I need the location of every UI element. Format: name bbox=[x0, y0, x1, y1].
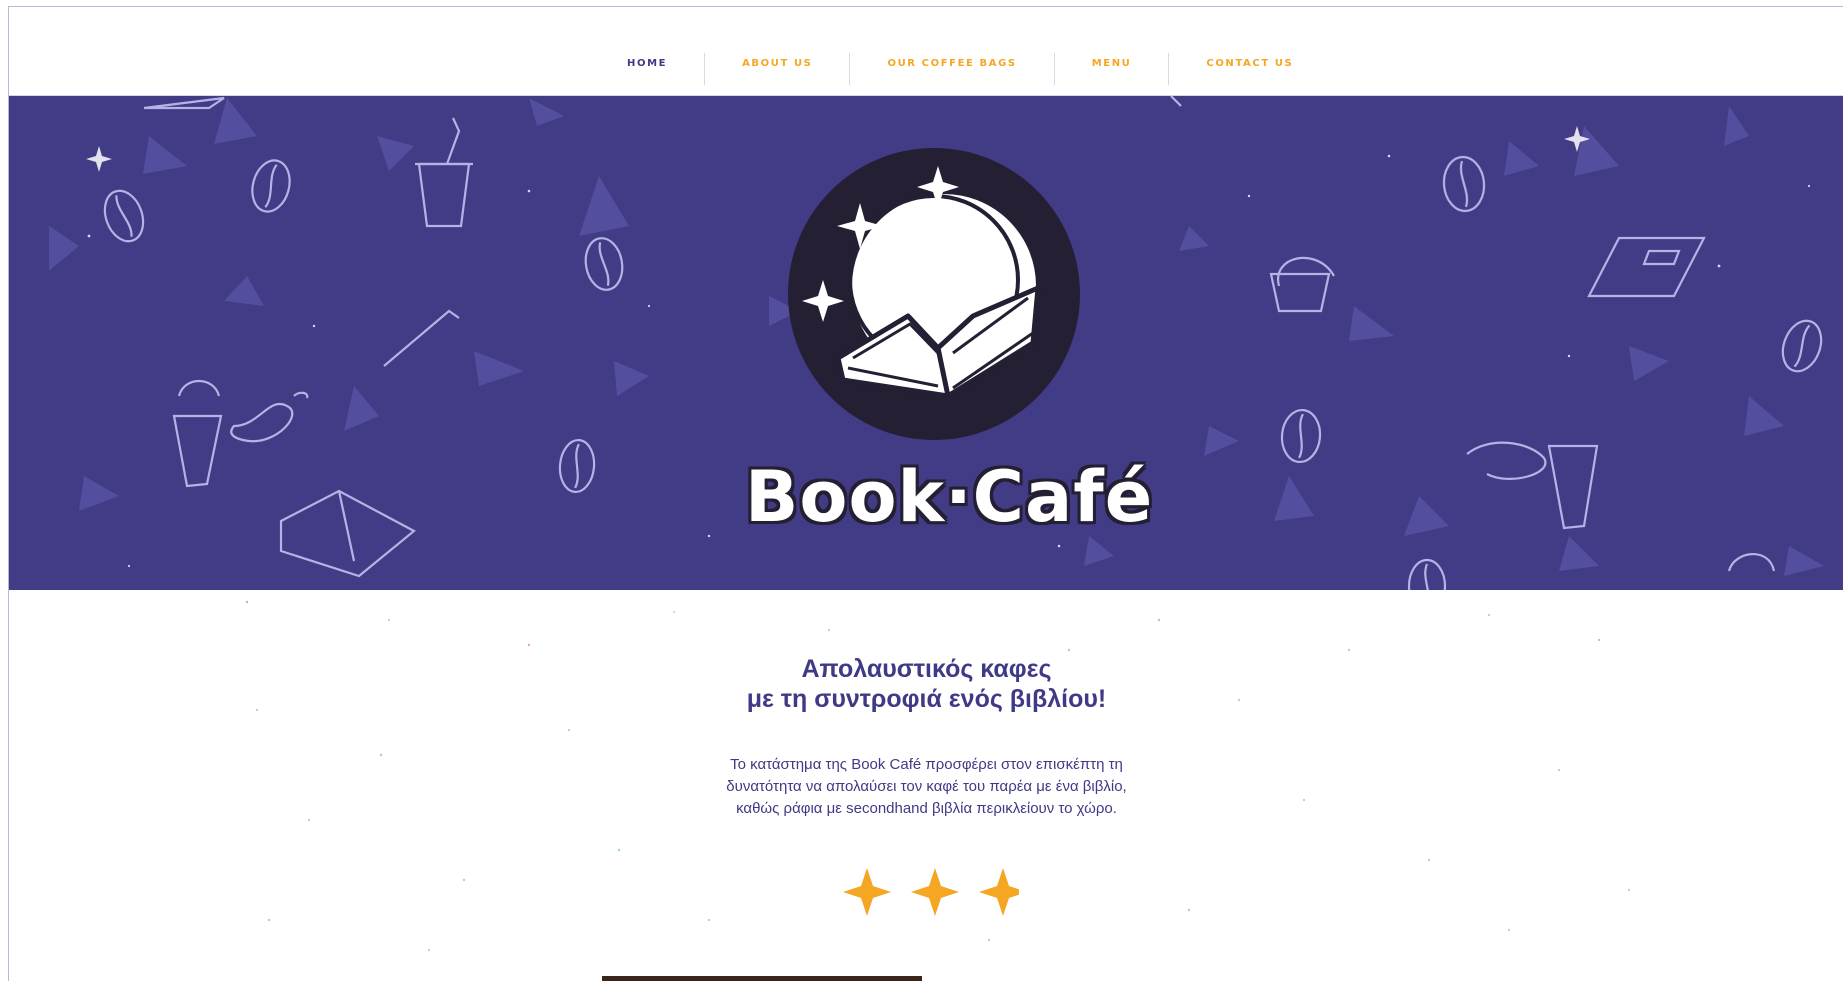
nav-item-about-us[interactable]: ABOUT US bbox=[705, 53, 851, 85]
intro-paragraph-line-1: Το κατάστημα της Book Café προσφέρει στο… bbox=[730, 756, 1123, 773]
nav-item-menu[interactable]: MENU bbox=[1055, 53, 1170, 85]
nav-item-home[interactable]: HOME bbox=[590, 53, 706, 85]
hero-banner: Book·Café bbox=[9, 96, 1843, 590]
top-navigation: HOME ABOUT US OUR COFFEE BAGS MENU CONTA… bbox=[9, 7, 1843, 96]
open-book-moon-icon bbox=[802, 166, 1041, 399]
sparkle-star-icon bbox=[911, 868, 959, 916]
page-frame: HOME ABOUT US OUR COFFEE BAGS MENU CONTA… bbox=[8, 6, 1843, 981]
intro-section: Απολαυστικός καφες με τη συντροφιά ενός … bbox=[9, 590, 1843, 981]
logo-wordmark: Book·Café bbox=[745, 456, 1154, 538]
sparkle-star-icon bbox=[979, 868, 1019, 916]
nav-item-contact-us[interactable]: CONTACT US bbox=[1169, 53, 1330, 85]
sparkle-stars-divider bbox=[843, 868, 1019, 916]
intro-paragraph-line-2: δυνατότητα να απολαύσει τον καφέ του παρ… bbox=[726, 778, 1127, 795]
sparkle-star-icon bbox=[843, 868, 891, 916]
cafe-photo bbox=[602, 976, 922, 981]
nav-item-our-coffee-bags[interactable]: OUR COFFEE BAGS bbox=[850, 53, 1055, 85]
headline-line-1: Απολαυστικός καφες bbox=[801, 655, 1052, 683]
headline-line-2: με τη συντροφιά ενός βιβλίου! bbox=[746, 685, 1107, 713]
intro-paragraph-line-3: καθώς ράφια με secondhand βιβλία περικλε… bbox=[736, 800, 1117, 817]
